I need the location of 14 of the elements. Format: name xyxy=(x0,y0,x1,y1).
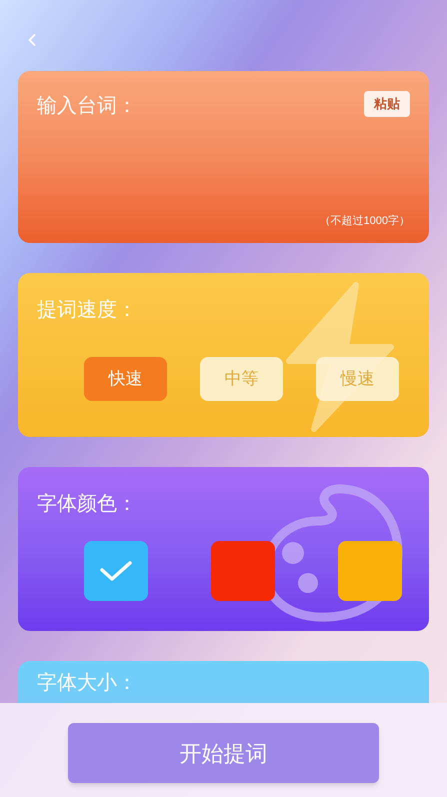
paste-button[interactable]: 粘贴 xyxy=(364,91,410,117)
speed-option[interactable]: 慢速 xyxy=(316,357,399,401)
speed-title: 提词速度： xyxy=(37,298,138,323)
size-title: 字体大小： xyxy=(37,672,137,694)
start-button[interactable]: 开始提词 xyxy=(68,723,379,783)
speed-option[interactable]: 中等 xyxy=(200,357,283,401)
script-title: 输入台词： xyxy=(37,94,137,119)
limit-hint: （不超过1000字） xyxy=(320,214,410,228)
color-swatch[interactable] xyxy=(84,541,148,601)
color-title: 字体颜色： xyxy=(37,492,138,517)
color-swatch[interactable] xyxy=(338,541,402,601)
check-icon xyxy=(99,560,133,582)
speed-option[interactable]: 快速 xyxy=(84,357,167,401)
color-swatch[interactable] xyxy=(211,541,275,601)
